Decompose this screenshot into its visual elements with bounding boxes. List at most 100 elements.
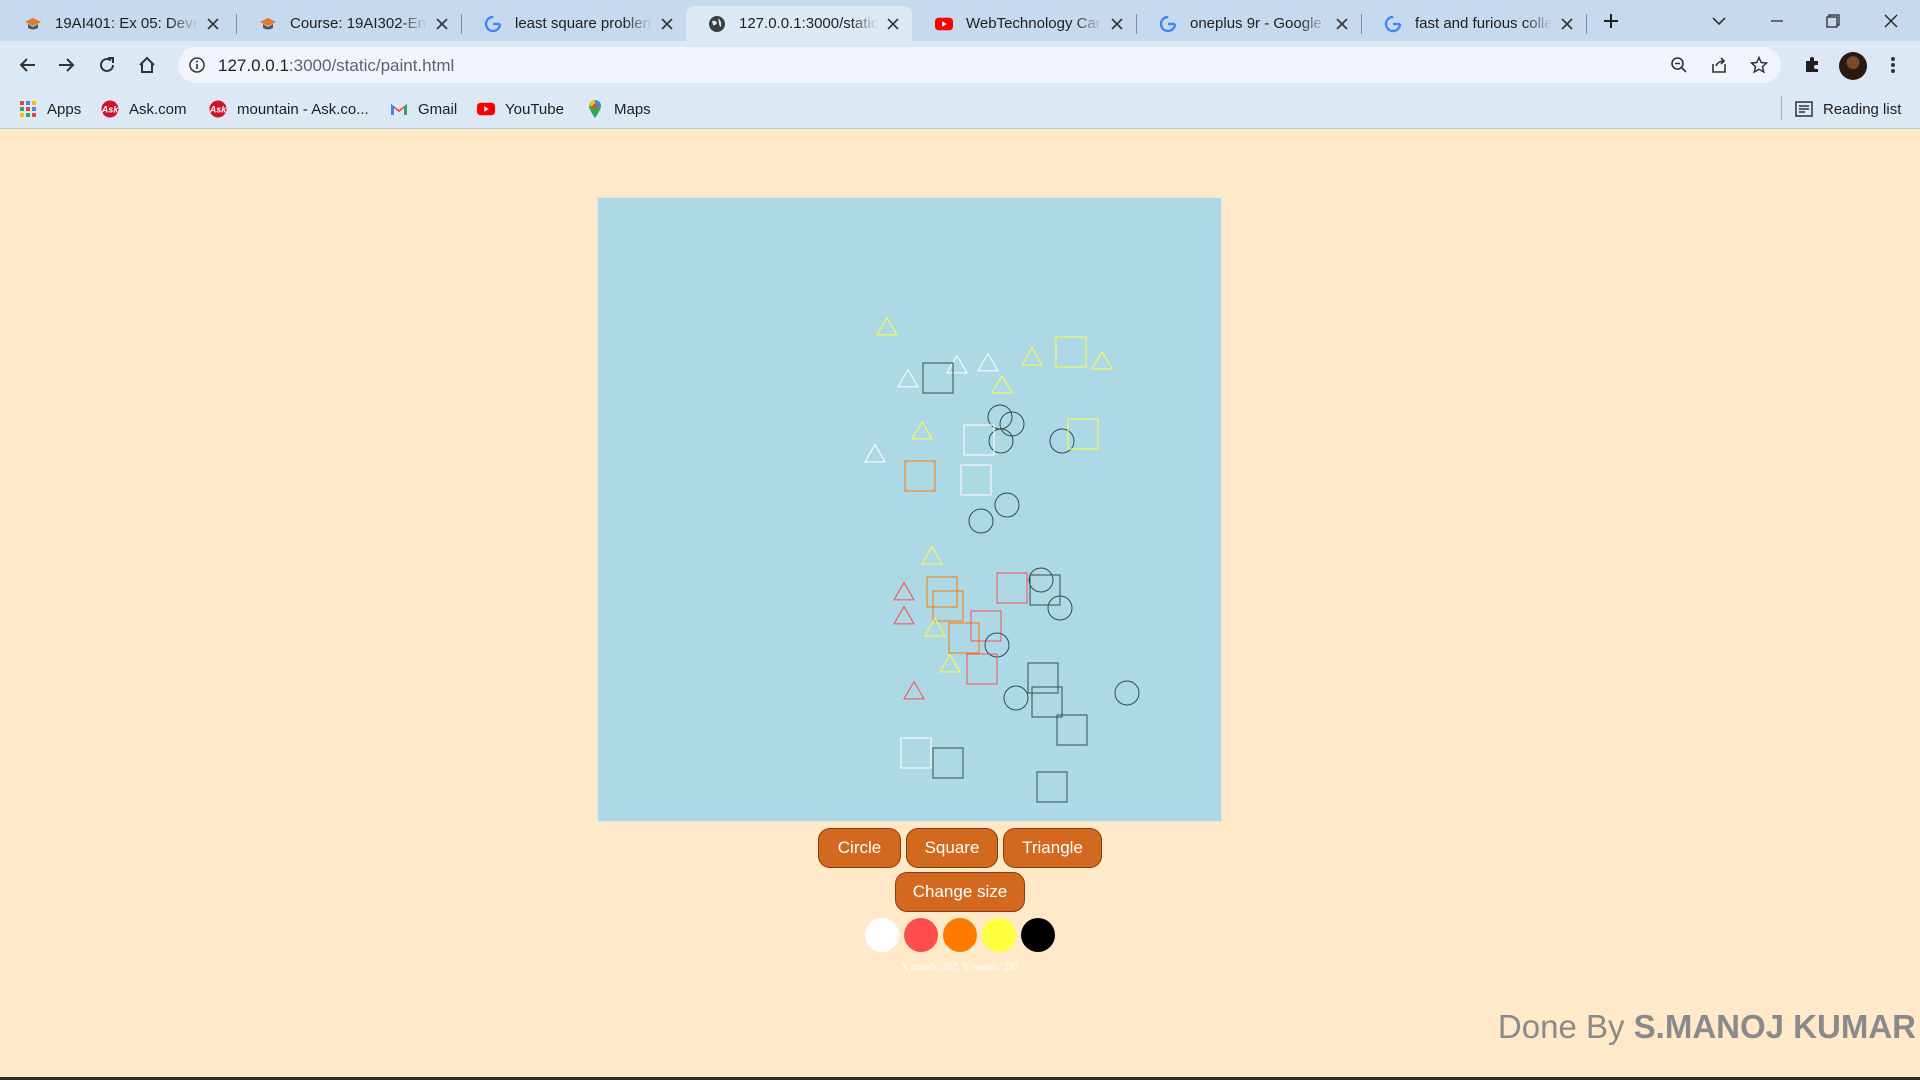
close-icon[interactable] <box>1558 15 1576 33</box>
more-menu-icon[interactable] <box>1876 48 1910 82</box>
address-url[interactable]: 127.0.0.1:3000/static/paint.html <box>218 56 454 76</box>
canvas-square <box>904 460 936 492</box>
coords-readout: X coords: 367, Y coords: 287 <box>901 962 1019 973</box>
bookmark-ask[interactable]: Ask Ask.com <box>101 99 187 119</box>
profile-avatar[interactable] <box>1839 52 1867 80</box>
square-button[interactable]: Square <box>906 828 998 868</box>
canvas-square <box>1056 714 1088 746</box>
close-icon[interactable] <box>1333 15 1351 33</box>
tab-title: fast and furious collection <box>1415 15 1552 32</box>
close-icon[interactable] <box>658 15 676 33</box>
color-swatch-white[interactable] <box>865 918 899 952</box>
bookmark-youtube[interactable]: YouTube <box>477 99 564 119</box>
credit-name: S.MANOJ KUMAR <box>1633 1008 1916 1045</box>
address-host: 127.0.0.1 <box>218 56 289 75</box>
moodle-cap-icon <box>24 15 42 33</box>
close-icon[interactable] <box>433 15 451 33</box>
tab-title: 19AI401: Ex 05: Develop <box>55 15 198 32</box>
share-icon[interactable] <box>1708 54 1730 76</box>
change-size-button[interactable]: Change size <box>895 872 1025 912</box>
reading-list-icon <box>1795 100 1813 118</box>
bookmark-apps[interactable]: Apps <box>19 99 81 119</box>
tab-fast-furious[interactable]: fast and furious collection <box>1362 6 1586 41</box>
canvas-square <box>960 464 992 496</box>
credit-text: Done By S.MANOJ KUMAR <box>1498 1008 1916 1046</box>
window-close-icon[interactable] <box>1876 6 1906 36</box>
svg-text:Ask: Ask <box>209 105 227 115</box>
canvas-triangle <box>864 443 886 463</box>
color-swatch-black[interactable] <box>1021 918 1055 952</box>
tab-title: Course: 19AI302-Engineering <box>290 15 427 32</box>
google-g-icon <box>1384 15 1402 33</box>
canvas-square <box>932 590 964 622</box>
close-icon[interactable] <box>884 15 902 33</box>
zoom-icon[interactable] <box>1668 54 1690 76</box>
tab-ex05[interactable]: 19AI401: Ex 05: Develop <box>2 6 232 41</box>
browser-toolbar: 127.0.0.1:3000/static/paint.html <box>0 41 1920 89</box>
close-icon[interactable] <box>1108 15 1126 33</box>
color-swatch-orange[interactable] <box>943 918 977 952</box>
close-icon[interactable] <box>204 15 222 33</box>
canvas-shapes <box>864 316 1140 803</box>
tab-least-square[interactable]: least square problem <box>462 6 686 41</box>
canvas-triangle <box>977 352 999 372</box>
bookmark-mountain[interactable]: Ask mountain - Ask.co... <box>209 99 369 119</box>
canvas-square <box>922 362 954 394</box>
canvas-square <box>1067 418 1099 450</box>
youtube-icon <box>935 15 953 33</box>
color-swatch-yellow[interactable] <box>982 918 1016 952</box>
circle-button[interactable]: Circle <box>818 828 901 868</box>
canvas-triangle <box>921 545 943 565</box>
triangle-button[interactable]: Triangle <box>1003 828 1102 868</box>
restore-icon[interactable] <box>1818 6 1848 36</box>
ask-icon: Ask <box>101 100 119 118</box>
tab-search-chevron-icon[interactable] <box>1704 6 1734 36</box>
address-path: :3000/static/paint.html <box>288 56 455 75</box>
reload-icon[interactable] <box>90 48 124 82</box>
canvas-square <box>970 610 1002 642</box>
moodle-cap-icon <box>259 15 277 33</box>
bookmark-label: YouTube <box>505 100 564 118</box>
info-icon[interactable] <box>188 56 206 74</box>
back-arrow-icon[interactable] <box>10 48 44 82</box>
canvas-square <box>996 572 1028 604</box>
extensions-puzzle-icon[interactable] <box>1795 48 1829 82</box>
gmail-icon <box>390 100 408 118</box>
svg-text:Ask: Ask <box>101 105 119 115</box>
paint-canvas[interactable] <box>597 197 1222 822</box>
tab-paint-active[interactable]: 127.0.0.1:3000/static/paint.html <box>686 6 912 41</box>
bookmark-maps[interactable]: Maps <box>586 99 651 119</box>
bookmark-gmail[interactable]: Gmail <box>390 99 457 119</box>
color-swatch-red[interactable] <box>904 918 938 952</box>
forward-arrow-icon[interactable] <box>50 48 84 82</box>
canvas-triangle <box>1091 350 1113 370</box>
address-bar[interactable]: 127.0.0.1:3000/static/paint.html <box>178 47 1781 83</box>
bookmark-star-icon[interactable] <box>1748 54 1770 76</box>
canvas-square <box>900 737 932 769</box>
tab-title: oneplus 9r - Google Search <box>1190 15 1327 32</box>
new-tab-plus-icon[interactable] <box>1596 6 1626 36</box>
tab-strip: 19AI401: Ex 05: Develop Course: 19AI302-… <box>0 0 1920 41</box>
canvas-square <box>966 653 998 685</box>
tab-course[interactable]: Course: 19AI302-Engineering <box>237 6 461 41</box>
tab-title: 127.0.0.1:3000/static/paint.html <box>739 15 878 32</box>
home-icon[interactable] <box>130 48 164 82</box>
canvas-square <box>1036 771 1068 803</box>
minimize-icon[interactable] <box>1762 6 1792 36</box>
tab-title: least square problem <box>515 15 652 32</box>
tab-webtech-canvas[interactable]: WebTechnology Canvas <box>913 6 1136 41</box>
canvas-square <box>926 576 958 608</box>
canvas-triangle <box>903 680 925 700</box>
tab-title: WebTechnology Canvas <box>966 15 1102 32</box>
canvas-triangle <box>991 374 1013 394</box>
tab-oneplus[interactable]: oneplus 9r - Google Search <box>1137 6 1361 41</box>
canvas-triangle <box>897 368 919 388</box>
credit-prefix: Done By <box>1497 1008 1625 1045</box>
google-g-icon <box>484 15 502 33</box>
canvas-square <box>948 622 980 654</box>
canvas-triangle <box>1021 346 1043 366</box>
globe-icon <box>708 15 726 33</box>
reading-list[interactable]: Reading list <box>1795 99 1901 119</box>
ask-icon: Ask <box>209 100 227 118</box>
canvas-circle <box>988 428 1014 454</box>
